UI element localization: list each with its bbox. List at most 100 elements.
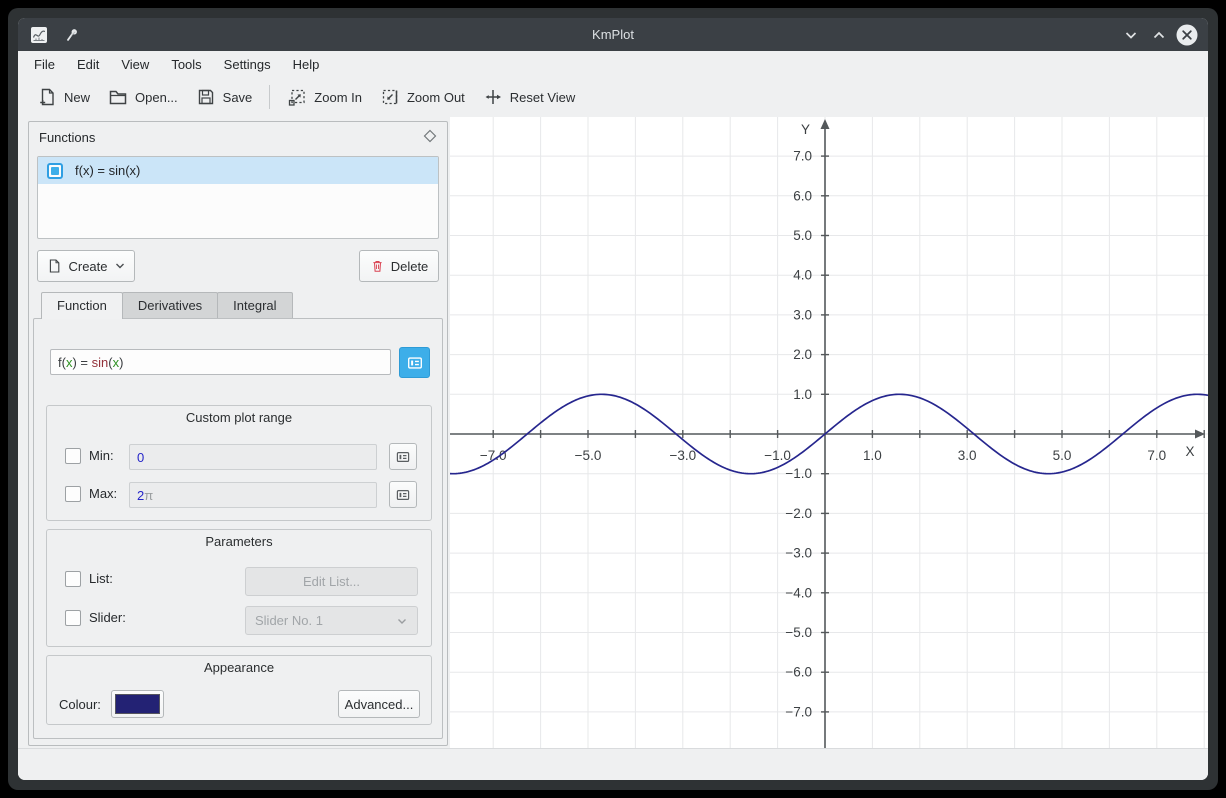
min-label: Min: — [89, 448, 114, 463]
appearance-group: Appearance Colour: Advanced... — [46, 655, 432, 725]
text-part: π — [144, 488, 153, 503]
window-title: KmPlot — [18, 27, 1208, 42]
svg-text:−7.0: −7.0 — [785, 704, 812, 719]
equation-input[interactable]: f(x) = sin(x) — [50, 349, 391, 375]
new-document-icon — [37, 87, 57, 107]
colour-swatch-button[interactable] — [111, 690, 164, 718]
toolbar-button-zoom-in[interactable]: Zoom In — [278, 81, 371, 113]
toolbar-separator — [269, 85, 270, 109]
function-list[interactable]: f(x) = sin(x) — [37, 156, 439, 239]
equation-editor-icon — [395, 487, 411, 503]
min-checkbox[interactable] — [65, 448, 81, 464]
svg-text:−1.0: −1.0 — [764, 448, 791, 463]
text-part: ) — [119, 355, 123, 370]
kmplot-window: KmPlot FileEditViewToolsSettingsHelp New… — [18, 18, 1208, 780]
function-tab-page: f(x) = sin(x) Custom plot range Min: 0 — [33, 318, 443, 739]
svg-text:3.0: 3.0 — [793, 307, 812, 322]
colour-label: Colour: — [59, 697, 101, 712]
svg-text:7.0: 7.0 — [793, 149, 812, 164]
max-checkbox[interactable] — [65, 486, 81, 502]
toolbar-button-zoom-out[interactable]: Zoom Out — [371, 81, 474, 113]
menu-item-tools[interactable]: Tools — [160, 53, 212, 76]
create-button[interactable]: Create — [37, 250, 135, 282]
parameters-title: Parameters — [47, 534, 431, 549]
advanced-button[interactable]: Advanced... — [338, 690, 420, 718]
svg-text:3.0: 3.0 — [958, 448, 977, 463]
parameter-slider-checkbox[interactable] — [65, 610, 81, 626]
menu-item-edit[interactable]: Edit — [66, 53, 110, 76]
close-icon — [1176, 24, 1198, 46]
svg-text:X: X — [1185, 444, 1194, 459]
menu-item-file[interactable]: File — [23, 53, 66, 76]
svg-text:−4.0: −4.0 — [785, 585, 812, 600]
min-equation-editor-button[interactable] — [389, 443, 417, 470]
chevron-up-icon — [1151, 27, 1167, 43]
edit-list-button-label: Edit List... — [303, 574, 360, 589]
toolbar-button-open[interactable]: Open... — [99, 81, 187, 113]
minimize-button[interactable] — [1120, 24, 1142, 46]
close-button[interactable] — [1176, 24, 1198, 46]
min-input[interactable]: 0 — [129, 444, 377, 470]
text-part: ) = — [72, 355, 91, 370]
colour-swatch-fill — [115, 694, 160, 714]
toolbar-button-label: Zoom Out — [407, 90, 465, 105]
parameter-list-checkbox[interactable] — [65, 571, 81, 587]
svg-text:5.0: 5.0 — [1053, 448, 1072, 463]
menu-item-view[interactable]: View — [110, 53, 160, 76]
window-controls — [1120, 18, 1198, 51]
function-list-item[interactable]: f(x) = sin(x) — [38, 157, 438, 184]
toolbar-button-reset-view[interactable]: Reset View — [474, 81, 585, 113]
maximize-button[interactable] — [1148, 24, 1170, 46]
toolbar-button-label: Open... — [135, 90, 178, 105]
function-visibility-checkbox[interactable] — [47, 163, 63, 179]
parameters-group: Parameters List: Edit List... Slider: Sl… — [46, 529, 432, 647]
appearance-title: Appearance — [47, 660, 431, 675]
parameter-list-label: List: — [89, 571, 113, 586]
slider-select[interactable]: Slider No. 1 — [245, 606, 418, 635]
toolbar-button-new[interactable]: New — [28, 81, 99, 113]
toolbar-button-label: Reset View — [510, 90, 576, 105]
custom-plot-range-title: Custom plot range — [47, 410, 431, 425]
svg-text:7.0: 7.0 — [1147, 448, 1166, 463]
equation-editor-icon — [395, 449, 411, 465]
svg-text:6.0: 6.0 — [793, 188, 812, 203]
svg-text:2.0: 2.0 — [793, 347, 812, 362]
svg-text:5.0: 5.0 — [793, 228, 812, 243]
max-label: Max: — [89, 486, 117, 501]
menubar: FileEditViewToolsSettingsHelp — [18, 51, 1208, 77]
svg-text:Y: Y — [801, 122, 810, 137]
equation-editor-button[interactable] — [399, 347, 430, 378]
toolbar-button-label: Zoom In — [314, 90, 362, 105]
parameter-slider-label: Slider: — [89, 610, 126, 625]
toolbar-button-label: New — [64, 90, 90, 105]
functions-dock: Functions f(x) = sin(x) Create Delete Fu… — [28, 121, 448, 746]
svg-text:−5.0: −5.0 — [785, 625, 812, 640]
svg-text:−3.0: −3.0 — [669, 448, 696, 463]
tab-derivatives[interactable]: Derivatives — [122, 292, 218, 318]
menu-item-help[interactable]: Help — [282, 53, 331, 76]
tab-integral[interactable]: Integral — [217, 292, 292, 318]
float-dock-icon[interactable] — [423, 129, 437, 143]
create-button-label: Create — [68, 259, 107, 274]
svg-text:1.0: 1.0 — [863, 448, 882, 463]
max-input[interactable]: 2π — [129, 482, 377, 508]
menu-item-settings[interactable]: Settings — [213, 53, 282, 76]
tab-function[interactable]: Function — [41, 292, 123, 319]
dock-title: Functions — [39, 130, 95, 145]
delete-button[interactable]: Delete — [359, 250, 439, 282]
reset-view-icon — [483, 87, 503, 107]
statusbar — [18, 748, 1208, 780]
svg-text:−5.0: −5.0 — [575, 448, 602, 463]
advanced-button-label: Advanced... — [345, 697, 414, 712]
zoom-out-icon — [380, 87, 400, 107]
trash-icon — [370, 258, 385, 274]
plot-canvas[interactable]: −7.0−5.0−3.0−1.01.03.05.07.07.06.05.04.0… — [450, 117, 1208, 748]
text-part: f( — [58, 355, 66, 370]
svg-text:−3.0: −3.0 — [785, 546, 812, 561]
titlebar: KmPlot — [18, 18, 1208, 51]
max-equation-editor-button[interactable] — [389, 481, 417, 508]
svg-text:−2.0: −2.0 — [785, 506, 812, 521]
edit-list-button[interactable]: Edit List... — [245, 567, 418, 596]
dock-header: Functions — [29, 122, 447, 152]
toolbar-button-save[interactable]: Save — [187, 81, 262, 113]
